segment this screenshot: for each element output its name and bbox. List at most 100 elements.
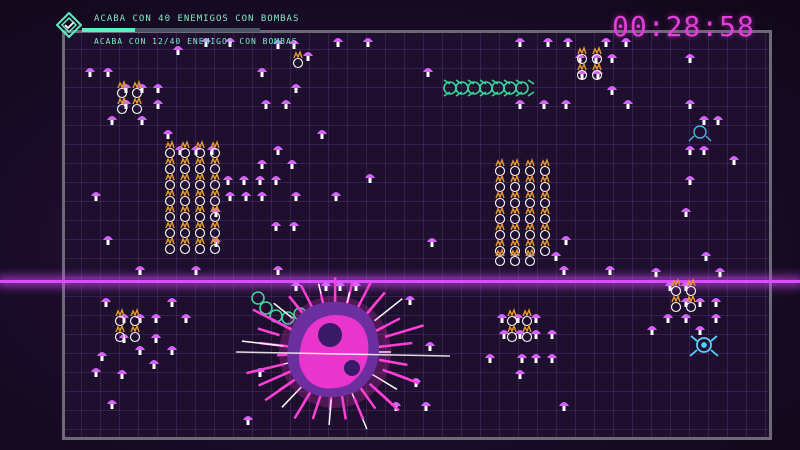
flower-icon — [509, 173, 521, 193]
flower-icon — [131, 95, 143, 115]
mushroom-icon — [561, 236, 571, 245]
mushroom-icon — [695, 298, 705, 307]
playfield — [85, 38, 739, 430]
explosion-ray — [264, 379, 294, 402]
mushroom-icon — [85, 68, 95, 77]
flower-icon — [524, 173, 536, 193]
mushroom-icon — [427, 238, 437, 247]
mushroom-icon — [515, 370, 525, 379]
flower-icon — [164, 171, 176, 191]
mushroom-icon — [273, 266, 283, 275]
flower-icon — [194, 235, 206, 255]
mushroom-icon — [685, 176, 695, 185]
flower-icon — [194, 171, 206, 191]
explosion-ray — [388, 370, 409, 381]
flower-icon — [179, 139, 191, 159]
flower-icon — [509, 205, 521, 225]
mushroom-icon — [685, 146, 695, 155]
mushroom-icon — [605, 266, 615, 275]
flower-icon — [164, 139, 176, 159]
flower-icon — [292, 49, 304, 69]
mushroom-icon — [485, 354, 495, 363]
mushroom-icon — [151, 314, 161, 323]
mushroom-icon — [405, 296, 415, 305]
mushroom-icon — [271, 176, 281, 185]
flower-icon — [524, 221, 536, 241]
mushroom-icon — [561, 100, 571, 109]
mushroom-icon — [543, 38, 553, 47]
mushroom-icon — [255, 176, 265, 185]
mushroom-icon — [623, 100, 633, 109]
mushroom-icon — [163, 130, 173, 139]
mushroom-icon — [685, 100, 695, 109]
mushroom-icon — [225, 192, 235, 201]
flower-icon — [539, 173, 551, 193]
flower-icon — [539, 205, 551, 225]
flower-icon — [194, 203, 206, 223]
mushroom-icon — [547, 354, 557, 363]
mushroom-icon — [539, 100, 549, 109]
flower-icon — [670, 277, 682, 297]
mushroom-icon — [107, 116, 117, 125]
mushroom-icon — [223, 176, 233, 185]
flower-icon — [179, 187, 191, 207]
mushroom-icon — [303, 52, 313, 61]
flower-icon — [164, 155, 176, 175]
flower-icon — [539, 237, 551, 257]
flower-icon — [509, 221, 521, 241]
mushroom-icon — [317, 130, 327, 139]
mushroom-icon — [153, 100, 163, 109]
mushroom-icon — [711, 314, 721, 323]
objective-title: ACABA CON 40 ENEMIGOS CON BOMBAS — [94, 14, 300, 24]
explosion-ray — [373, 387, 392, 404]
flower-icon — [509, 157, 521, 177]
flower-icon — [179, 155, 191, 175]
mushroom-icon — [257, 160, 267, 169]
mushroom-icon — [513, 314, 523, 323]
flower-icon — [164, 235, 176, 255]
flower-icon — [506, 307, 518, 327]
flower-icon — [131, 79, 143, 99]
objective-progress-fill — [82, 28, 136, 32]
mushroom-icon — [365, 174, 375, 183]
mushroom-icon — [321, 282, 331, 291]
mushroom-icon — [149, 360, 159, 369]
flower-icon — [179, 219, 191, 239]
mushroom-icon — [497, 314, 507, 323]
flower-icon — [524, 247, 536, 267]
mushroom-icon — [153, 84, 163, 93]
game-timer: 00:28:58 — [612, 10, 755, 43]
flower-icon — [506, 323, 518, 343]
mushroom-icon — [601, 38, 611, 47]
flower-icon — [194, 155, 206, 175]
flower-icon — [539, 221, 551, 241]
mushroom-icon — [291, 192, 301, 201]
mushroom-icon — [135, 266, 145, 275]
flower-icon — [509, 247, 521, 267]
mushroom-icon — [257, 192, 267, 201]
game-screen: ACABA CON 40 ENEMIGOS CON BOMBAS ACABA C… — [0, 0, 800, 450]
mushroom-icon — [531, 314, 541, 323]
centipede-upper — [443, 79, 535, 97]
bomb-explosion — [235, 277, 451, 430]
explosion-ray — [241, 340, 284, 347]
mushroom-icon — [289, 222, 299, 231]
mushroom-icon — [695, 326, 705, 335]
mushroom-icon — [137, 116, 147, 125]
mushroom-icon — [91, 192, 101, 201]
flower-icon — [494, 157, 506, 177]
flower-icon — [179, 203, 191, 223]
flower-icon — [521, 307, 533, 327]
mushroom-icon — [151, 334, 161, 343]
mushroom-icon — [563, 38, 573, 47]
mushroom-icon — [699, 146, 709, 155]
mushroom-icon — [239, 176, 249, 185]
mushroom-icon — [261, 100, 271, 109]
flower-icon — [116, 79, 128, 99]
mushroom-icon — [607, 54, 617, 63]
mushroom-icon — [243, 416, 253, 425]
flower-icon — [209, 155, 221, 175]
explosion-ray — [384, 324, 424, 339]
flower-icon — [494, 221, 506, 241]
mushroom-icon — [107, 400, 117, 409]
